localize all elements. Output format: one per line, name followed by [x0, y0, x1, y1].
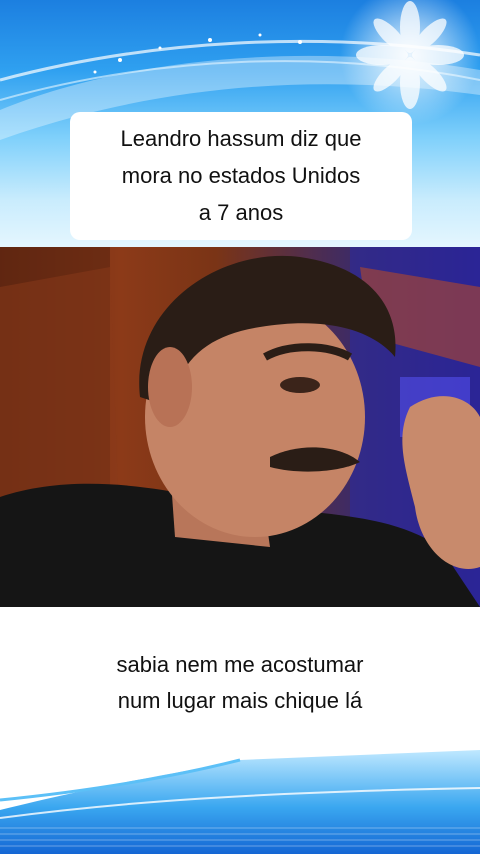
- top-banner: Leandro hassum diz que mora no estados U…: [0, 0, 480, 250]
- caption-line-3: a 7 anos: [198, 200, 284, 225]
- subtitle-line-2: num lugar mais chique lá: [117, 688, 363, 713]
- subtitle-line-1: sabia nem me acostumar: [116, 652, 364, 677]
- video-frame[interactable]: [0, 247, 480, 607]
- caption-line-2: mora no estados Unidos: [121, 163, 361, 188]
- video-still: [0, 247, 480, 607]
- footer-decoration: [0, 750, 480, 854]
- caption-box: Leandro hassum diz que mora no estados U…: [70, 112, 412, 240]
- bottom-banner: [0, 740, 480, 854]
- caption-line-1: Leandro hassum diz que: [120, 126, 362, 151]
